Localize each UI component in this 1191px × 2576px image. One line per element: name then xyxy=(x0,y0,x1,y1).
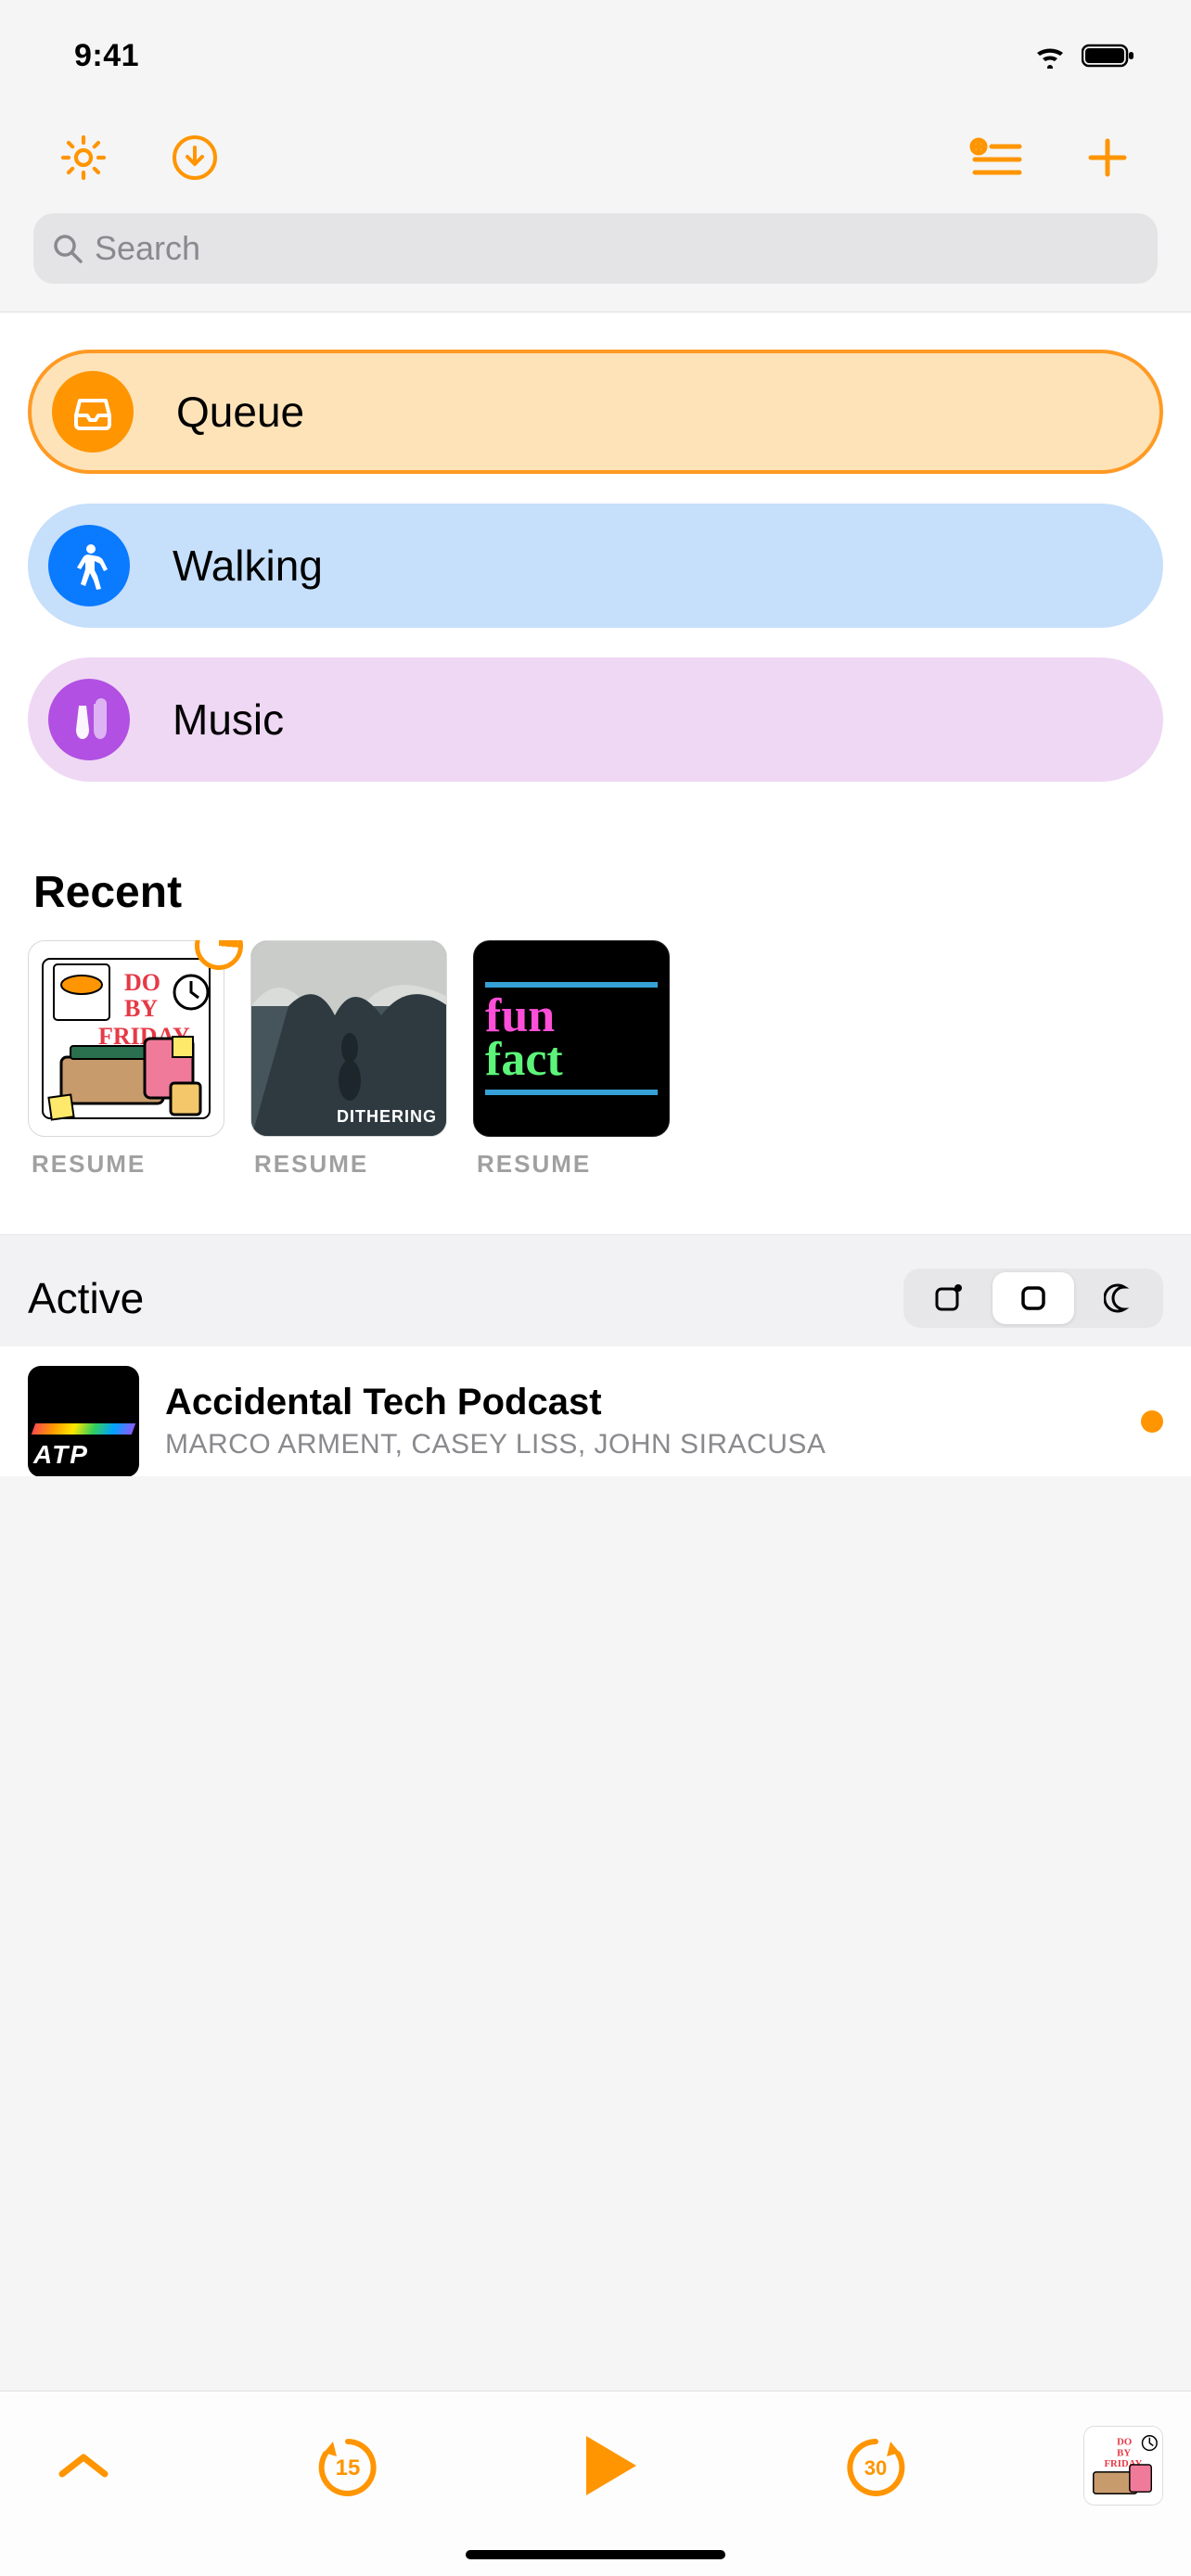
moon-icon xyxy=(1104,1283,1133,1313)
segment-all[interactable] xyxy=(992,1272,1074,1324)
podcast-title: Accidental Tech Podcast xyxy=(165,1382,1115,1423)
podcast-artwork: ATP xyxy=(28,1366,139,1476)
playlist-label: Music xyxy=(173,695,284,745)
now-playing-artwork[interactable]: DO BY FRIDAY xyxy=(1083,2426,1163,2506)
active-filter-segment[interactable] xyxy=(903,1269,1163,1328)
recent-item-dithering[interactable]: DITHERING RESUME xyxy=(250,940,447,1179)
play-button[interactable] xyxy=(556,2419,667,2512)
download-circle-icon xyxy=(172,134,218,181)
playlist-queue[interactable]: Queue xyxy=(28,350,1163,474)
walk-icon xyxy=(48,525,130,606)
active-section: Active xyxy=(0,1234,1191,1346)
search-container xyxy=(0,213,1191,312)
main-content: Queue Walking Music Recent DO BY FRIDAY xyxy=(0,312,1191,1346)
recent-item-do-by-friday[interactable]: DO BY FRIDAY RESUME xyxy=(28,940,224,1179)
unplayed-indicator-icon xyxy=(1141,1410,1163,1433)
segment-sleep[interactable] xyxy=(1078,1272,1159,1324)
active-heading: Active xyxy=(28,1273,144,1323)
podcast-authors: MARCO ARMENT, CASEY LISS, JOHN SIRACUSA xyxy=(165,1427,1115,1462)
resume-label: RESUME xyxy=(250,1150,447,1179)
podcast-artwork: DITHERING xyxy=(250,940,447,1137)
plus-icon xyxy=(1085,135,1130,180)
square-badge-icon xyxy=(932,1282,964,1314)
square-icon xyxy=(1018,1283,1048,1313)
svg-text:BY: BY xyxy=(1117,2447,1131,2458)
skip-forward-icon: 30 xyxy=(842,2432,909,2499)
status-bar: 9:41 xyxy=(0,0,1191,111)
expand-player-button[interactable] xyxy=(28,2419,139,2512)
chevron-up-icon xyxy=(57,2450,110,2481)
svg-text:15: 15 xyxy=(335,2455,360,2480)
gear-icon xyxy=(58,133,109,183)
skip-back-button[interactable]: 15 xyxy=(292,2419,403,2512)
podcast-row-atp[interactable]: ATP Accidental Tech Podcast MARCO ARMENT… xyxy=(0,1346,1191,1476)
search-field[interactable] xyxy=(33,213,1158,284)
artwork-text-line1: fun xyxy=(485,995,658,1039)
artwork-text-line2: fact xyxy=(485,1039,658,1082)
home-indicator xyxy=(466,2550,725,2559)
wifi-icon xyxy=(1033,43,1067,69)
decorative-bar xyxy=(485,1090,658,1095)
guitar-icon xyxy=(48,679,130,760)
playlist-label: Walking xyxy=(173,541,323,591)
recent-row: DO BY FRIDAY RESUME xyxy=(28,940,1163,1179)
svg-text:BY: BY xyxy=(124,995,158,1022)
segment-new-episodes[interactable] xyxy=(907,1272,989,1324)
podcast-artwork: DO BY FRIDAY xyxy=(28,940,224,1137)
play-icon xyxy=(583,2432,640,2499)
svg-text:30: 30 xyxy=(864,2456,886,2480)
add-button[interactable] xyxy=(1052,121,1163,195)
resume-label: RESUME xyxy=(28,1150,224,1179)
list-plus-icon xyxy=(969,137,1023,178)
status-icons xyxy=(1033,43,1135,69)
recent-item-fun-fact[interactable]: fun fact RESUME xyxy=(473,940,670,1179)
skip-back-icon: 15 xyxy=(314,2432,381,2499)
podcast-artwork: fun fact xyxy=(473,940,670,1137)
skip-forward-button[interactable]: 30 xyxy=(820,2419,931,2512)
playlist-music[interactable]: Music xyxy=(28,657,1163,782)
svg-text:DO: DO xyxy=(1117,2436,1132,2447)
playlist-walking[interactable]: Walking xyxy=(28,504,1163,628)
artwork-text: ATP xyxy=(33,1440,134,1470)
svg-text:DO: DO xyxy=(124,969,160,996)
resume-label: RESUME xyxy=(473,1150,670,1179)
playlist-label: Queue xyxy=(176,387,304,437)
downloads-button[interactable] xyxy=(139,121,250,195)
status-time: 9:41 xyxy=(74,38,139,74)
recent-heading: Recent xyxy=(28,811,1163,940)
mini-player: 15 30 DO BY FRIDAY xyxy=(0,2391,1191,2576)
playlist-add-button[interactable] xyxy=(941,121,1052,195)
top-toolbar xyxy=(0,111,1191,213)
battery-icon xyxy=(1082,43,1135,69)
search-icon xyxy=(52,233,83,264)
artwork-overlay-text: DITHERING xyxy=(337,1107,437,1127)
settings-button[interactable] xyxy=(28,121,139,195)
inbox-icon xyxy=(52,371,134,453)
search-input[interactable] xyxy=(95,229,1139,268)
decorative-bar xyxy=(485,982,658,988)
